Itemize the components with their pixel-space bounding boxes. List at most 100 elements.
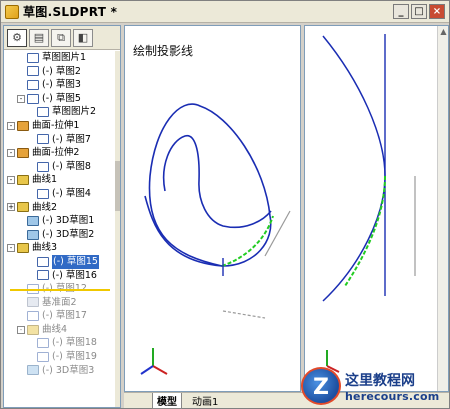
- sketch-curve-outer: [148, 103, 272, 267]
- watermark-line2: herecours.com: [345, 389, 440, 403]
- reference-line-bottom: [222, 310, 266, 319]
- tree-expander-icon[interactable]: -: [17, 94, 25, 103]
- tree-expander-icon[interactable]: -: [17, 325, 25, 334]
- solidworks-part-icon: [5, 4, 19, 19]
- tree-item[interactable]: - 曲面-拉伸1: [4, 119, 116, 133]
- tree-item[interactable]: (-) 草图4: [4, 187, 116, 201]
- tree-item-label: (-) 草图2: [42, 65, 81, 77]
- feature-tree: 草图图片1 (-) 草图2 (-) 草图3 - (-) 草图5 草图图片2 - 曲面-拉伸1 (…: [4, 51, 116, 407]
- tree-item-label: 曲面-拉伸2: [32, 147, 80, 159]
- watermark-text: 这里教程网 herecours.com: [345, 370, 439, 403]
- feature-manager-tab-icon[interactable]: ⚙: [7, 28, 27, 47]
- viewport-left[interactable]: 绘制投影线: [124, 25, 301, 392]
- tree-item[interactable]: (-) 3D草图2: [4, 228, 116, 242]
- sketch3d-icon: [27, 215, 39, 226]
- side-curve-upper: [322, 35, 386, 177]
- sketch-icon: [37, 270, 49, 281]
- sketch-icon: [37, 338, 49, 349]
- viewport-right-canvas[interactable]: [305, 26, 449, 392]
- tree-item-label: (-) 草图17: [42, 310, 87, 322]
- sketch-curve-base: [144, 195, 223, 267]
- tree-expander-icon[interactable]: -: [7, 121, 15, 130]
- tree-item-label: (-) 草图18: [52, 337, 97, 349]
- scroll-up-icon[interactable]: ▲: [438, 26, 448, 37]
- tree-item[interactable]: 基准面2: [4, 296, 116, 310]
- tree-item-label: (-) 草图5: [42, 92, 81, 104]
- sketch-icon: [27, 66, 39, 77]
- tree-scrollbar[interactable]: [115, 51, 120, 407]
- tree-item-label: (-) 草图4: [52, 187, 91, 199]
- tree-item[interactable]: (-) 草图15: [4, 254, 116, 269]
- feature-icon: [17, 147, 29, 158]
- configuration-manager-tab-icon[interactable]: ⧉: [51, 28, 71, 47]
- side-curve-lower: [322, 175, 386, 302]
- reference-line: [264, 210, 291, 257]
- tab-model[interactable]: 模型: [152, 392, 182, 409]
- viewport-right-scrollbar[interactable]: ▲: [437, 26, 448, 391]
- tree-item-label: 草图图片1: [42, 52, 87, 63]
- tree-item-label: 曲线4: [42, 323, 68, 335]
- tree-expander-icon[interactable]: +: [7, 203, 15, 212]
- display-manager-tab-icon[interactable]: ◧: [73, 28, 93, 47]
- sketch-curve-inner: [162, 135, 272, 229]
- tree-item-label: (-) 3D草图2: [42, 228, 95, 240]
- curve-icon: [27, 324, 39, 335]
- tree-scrollbar-thumb[interactable]: [115, 161, 120, 211]
- tree-item[interactable]: - 曲线4: [4, 323, 116, 337]
- tree-item[interactable]: (-) 草图7: [4, 133, 116, 147]
- tab-animation[interactable]: 动画1: [188, 393, 222, 408]
- tree-item[interactable]: (-) 草图17: [4, 309, 116, 323]
- tree-item[interactable]: - 曲线1: [4, 173, 116, 187]
- sketch-picture-icon: [27, 52, 39, 63]
- app-window: 草图.SLDPRT * _ □ × ⚙ ▤ ⧉ ◧ 草图图片1 (-) 草图2 (-…: [0, 0, 450, 409]
- property-manager-tab-icon[interactable]: ▤: [29, 28, 49, 47]
- tree-item[interactable]: - 曲线3: [4, 241, 116, 255]
- tree-expander-icon[interactable]: -: [7, 176, 15, 185]
- tree-expander-icon[interactable]: -: [7, 148, 15, 157]
- sketch3d-icon: [27, 229, 39, 240]
- tree-item[interactable]: (-) 草图18: [4, 336, 116, 350]
- tree-item-label: (-) 草图7: [52, 133, 91, 145]
- close-button[interactable]: ×: [429, 4, 445, 19]
- tree-item-label: (-) 3D草图1: [42, 215, 95, 227]
- sketch-icon: [37, 351, 49, 362]
- tree-item[interactable]: - 曲面-拉伸2: [4, 146, 116, 160]
- minimize-button[interactable]: _: [393, 4, 409, 19]
- tree-item-label: (-) 草图15: [52, 254, 99, 269]
- tree-item-label: (-) 草图8: [52, 160, 91, 172]
- tree-item-label: (-) 草图16: [52, 269, 97, 281]
- tree-item[interactable]: (-) 3D草图3: [4, 364, 116, 378]
- sketch3d-icon: [27, 365, 39, 376]
- tree-item-label: (-) 草图19: [52, 351, 97, 363]
- curve-icon: [17, 175, 29, 186]
- tree-expander-icon[interactable]: -: [7, 244, 15, 253]
- tree-item-label: 曲线1: [32, 174, 58, 186]
- tree-item-label: (-) 3D草图3: [42, 364, 95, 376]
- tree-item[interactable]: (-) 草图8: [4, 160, 116, 174]
- tree-item-label: (-) 草图3: [42, 79, 81, 91]
- sketch-icon: [37, 256, 49, 267]
- tree-item[interactable]: 草图图片1: [4, 51, 116, 65]
- tree-item-label: 曲线2: [32, 201, 58, 213]
- maximize-button[interactable]: □: [411, 4, 427, 19]
- title-bar[interactable]: 草图.SLDPRT * _ □ ×: [1, 1, 449, 23]
- window-controls: _ □ ×: [393, 4, 445, 19]
- window-title: 草图.SLDPRT *: [23, 5, 118, 19]
- site-watermark: Z 这里教程网 herecours.com: [301, 366, 447, 406]
- manager-tabs: ⚙ ▤ ⧉ ◧: [4, 26, 120, 50]
- tree-item-label: 曲面-拉伸1: [32, 119, 80, 131]
- sketch-icon: [37, 188, 49, 199]
- tree-item[interactable]: (-) 3D草图1: [4, 214, 116, 228]
- tree-item[interactable]: (-) 草图2: [4, 65, 116, 79]
- viewport-right[interactable]: ▲: [304, 25, 449, 392]
- tree-item[interactable]: (-) 草图3: [4, 78, 116, 92]
- tree-item[interactable]: (-) 草图19: [4, 350, 116, 364]
- viewport-left-canvas[interactable]: [125, 26, 301, 392]
- curve-icon: [17, 243, 29, 254]
- tree-item[interactable]: - (-) 草图5: [4, 92, 116, 106]
- tree-item[interactable]: + 曲线2: [4, 201, 116, 215]
- tree-item[interactable]: 草图图片2: [4, 105, 116, 119]
- tree-item[interactable]: (-) 草图16: [4, 269, 116, 283]
- curve-icon: [17, 202, 29, 213]
- rollback-bar[interactable]: [10, 289, 110, 291]
